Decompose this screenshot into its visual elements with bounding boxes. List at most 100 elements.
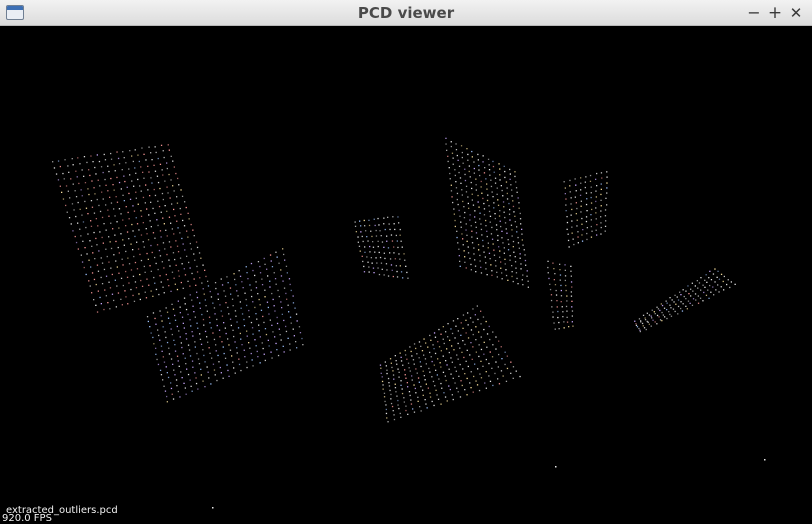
point	[566, 295, 568, 297]
point	[104, 178, 106, 181]
point	[72, 183, 74, 185]
point	[505, 269, 507, 271]
point	[424, 358, 427, 360]
point	[467, 337, 470, 339]
point	[88, 280, 90, 282]
point	[510, 224, 513, 226]
point	[712, 286, 714, 288]
point	[559, 263, 561, 265]
point	[501, 237, 503, 239]
point	[697, 295, 699, 297]
point	[450, 141, 452, 143]
point	[110, 202, 113, 204]
point	[471, 187, 473, 190]
point	[276, 256, 278, 258]
point	[513, 251, 515, 253]
point	[157, 181, 160, 184]
point	[571, 226, 573, 228]
point	[85, 207, 88, 209]
point	[204, 386, 206, 388]
point	[509, 208, 511, 211]
point	[590, 214, 592, 216]
point	[282, 345, 284, 347]
close-icon[interactable]: ✕	[787, 3, 805, 23]
point	[66, 211, 68, 213]
point	[184, 274, 187, 276]
point	[387, 247, 390, 249]
point	[457, 358, 459, 360]
point	[465, 229, 467, 231]
point	[417, 400, 419, 402]
point	[183, 225, 186, 227]
point	[425, 363, 427, 365]
point	[372, 246, 375, 248]
point	[175, 379, 178, 381]
point	[504, 263, 506, 265]
point	[499, 168, 501, 170]
point	[497, 366, 499, 368]
point	[458, 255, 460, 257]
point	[220, 278, 222, 280]
point	[590, 186, 592, 188]
point	[184, 249, 186, 251]
point	[456, 236, 458, 239]
point	[133, 255, 135, 258]
point	[378, 224, 380, 226]
point	[412, 408, 414, 410]
point	[277, 289, 279, 292]
point	[715, 289, 717, 291]
point	[93, 278, 96, 281]
point-cloud-viewport[interactable]: extracted_outliers.pcd 920.0 FPS	[2, 26, 810, 524]
point	[126, 276, 129, 278]
point	[477, 368, 479, 370]
point	[271, 324, 273, 326]
point	[179, 312, 181, 314]
point	[115, 260, 117, 262]
point	[394, 258, 396, 260]
title-bar[interactable]: PCD viewer − + ✕	[0, 0, 812, 26]
point	[65, 204, 67, 207]
point	[259, 265, 261, 268]
maximize-icon[interactable]: +	[766, 3, 784, 23]
point	[168, 353, 171, 355]
point	[118, 272, 120, 274]
point	[213, 369, 216, 371]
point	[391, 366, 393, 369]
point	[483, 202, 485, 205]
point	[194, 316, 196, 318]
point	[469, 257, 471, 260]
point	[413, 343, 416, 345]
point	[509, 173, 511, 175]
point	[187, 373, 190, 376]
point	[168, 285, 170, 287]
point	[504, 363, 506, 366]
point	[606, 176, 608, 178]
point	[448, 385, 450, 387]
point	[153, 343, 155, 345]
point	[452, 201, 454, 204]
minimize-icon[interactable]: −	[745, 3, 763, 23]
point	[230, 324, 232, 327]
point	[369, 245, 371, 248]
point	[392, 216, 394, 218]
point	[188, 261, 190, 264]
point	[550, 294, 553, 296]
point	[180, 189, 182, 191]
point	[95, 304, 97, 306]
point	[606, 171, 608, 173]
point	[193, 278, 195, 280]
point	[673, 301, 675, 303]
point	[493, 207, 495, 209]
point	[246, 366, 248, 369]
point	[381, 376, 383, 378]
point	[171, 333, 173, 336]
point	[95, 218, 97, 220]
point	[521, 239, 523, 241]
point	[437, 398, 440, 400]
point	[478, 206, 480, 208]
point	[221, 315, 224, 317]
point	[455, 149, 458, 151]
point	[697, 302, 700, 304]
point	[679, 291, 681, 293]
point	[650, 315, 652, 317]
